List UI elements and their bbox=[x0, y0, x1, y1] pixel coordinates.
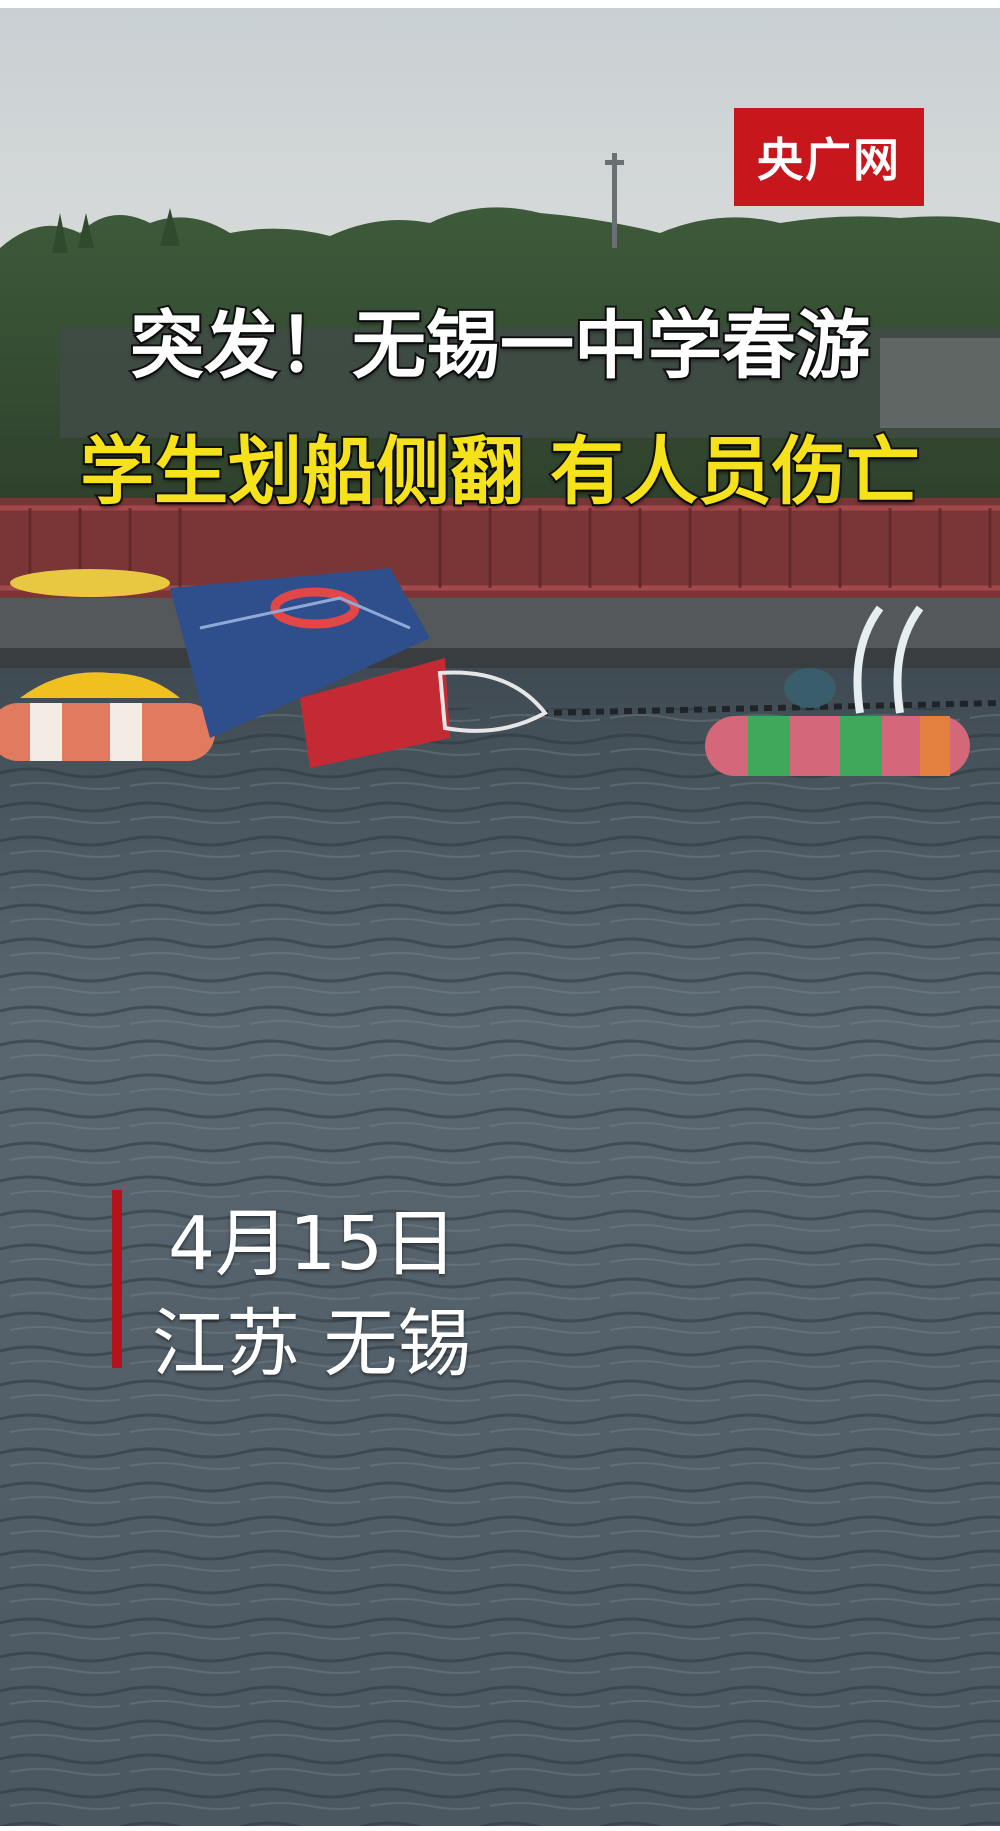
video-still: 央广网 突发！无锡一中学春游 学生划船侧翻 有人员伤亡 4月15日 江苏 无锡 bbox=[0, 8, 1000, 1826]
caption-accent-bar bbox=[112, 1190, 122, 1368]
video-frame: 央广网 突发！无锡一中学春游 学生划船侧翻 有人员伤亡 4月15日 江苏 无锡 bbox=[0, 0, 1000, 1831]
lake-scene-illustration bbox=[0, 8, 1000, 1826]
headline-line-2: 学生划船侧翻 有人员伤亡 bbox=[78, 427, 922, 517]
caption-location: 江苏 无锡 bbox=[152, 1301, 472, 1387]
tower bbox=[612, 153, 617, 248]
cnr-logo-badge: 央广网 bbox=[734, 108, 924, 206]
logo-text: 央广网 bbox=[757, 133, 901, 187]
headline-line-1: 突发！无锡一中学春游 bbox=[128, 301, 872, 391]
caption-date: 4月15日 bbox=[168, 1201, 458, 1287]
